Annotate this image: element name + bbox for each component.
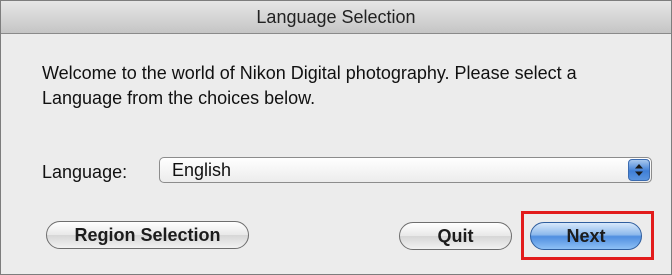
region-selection-button[interactable]: Region Selection	[46, 221, 249, 249]
welcome-message: Welcome to the world of Nikon Digital ph…	[42, 63, 577, 108]
next-button[interactable]: Next	[530, 222, 642, 250]
language-select[interactable]: English	[159, 157, 652, 183]
quit-button[interactable]: Quit	[399, 222, 512, 250]
language-selection-dialog: Language Selection Welcome to the world …	[0, 0, 672, 275]
popup-stepper-icon[interactable]	[628, 159, 650, 181]
language-select-value: English	[172, 160, 232, 180]
window-title: Language Selection	[1, 1, 671, 34]
language-label: Language:	[42, 162, 128, 182]
